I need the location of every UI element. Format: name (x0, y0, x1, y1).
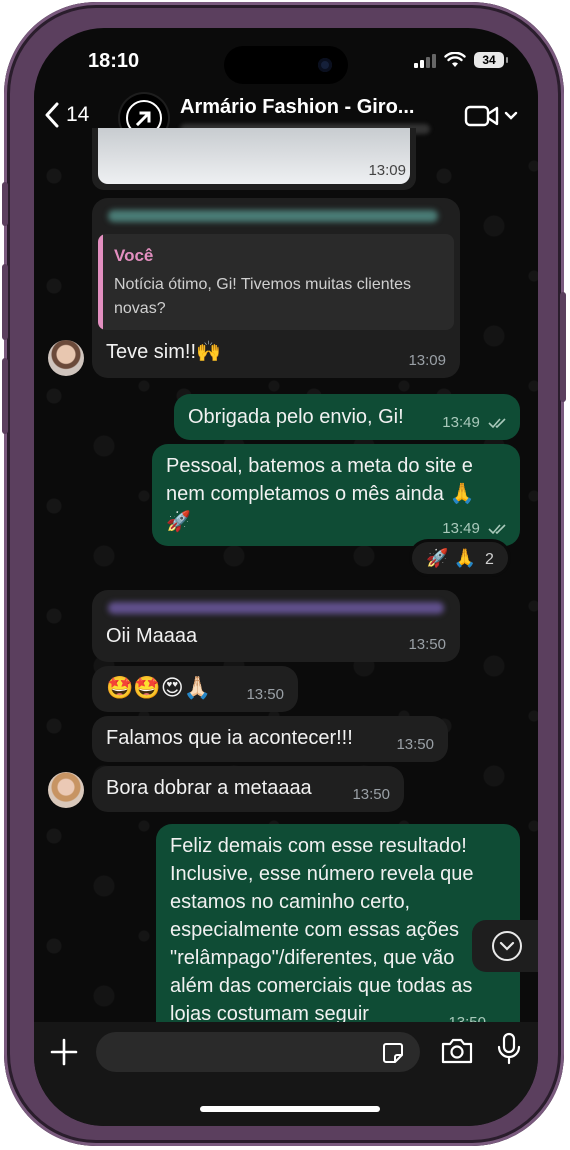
camera-icon[interactable] (440, 1036, 474, 1066)
message-bubble-outgoing[interactable]: Pessoal, batemos a meta do site e nem co… (152, 444, 520, 546)
message-time: 13:50 (246, 686, 284, 703)
message-time: 13:49 (442, 414, 508, 431)
message-text: Teve sim!!🙌 (106, 341, 221, 363)
scroll-down-icon (492, 931, 522, 961)
group-title[interactable]: Armário Fashion - Giro... (180, 96, 414, 119)
video-call-button[interactable] (464, 104, 518, 128)
mute-switch (2, 182, 8, 226)
message-text: Falamos que ia acontecer!!! (106, 727, 353, 749)
status-time: 18:10 (88, 50, 140, 72)
status-icons: 34 (414, 52, 508, 68)
message-text: Bora dobrar a metaaaa (106, 777, 312, 799)
message-time: 13:50 (408, 636, 446, 653)
volume-down-button (2, 358, 8, 434)
quote-author: Você (114, 246, 154, 265)
message-text-line-5: "relâmpago"/diferentes, que vão (170, 947, 455, 969)
message-text-line-3: estamos no caminho certo, (170, 891, 411, 913)
battery-indicator: 34 (474, 52, 508, 68)
video-call-icon (464, 105, 499, 127)
unread-count: 14 (66, 103, 90, 126)
message-bubble-outgoing[interactable]: Feliz demais com esse resultado! Inclusi… (156, 824, 520, 1054)
front-camera (318, 58, 332, 72)
phone-frame: 18:10 34 14 Armário Fashion - Giro... 13… (2, 2, 566, 1146)
reaction-emojis: 🚀 🙏 (426, 548, 476, 568)
plus-icon[interactable] (48, 1036, 80, 1068)
cellular-signal-icon (414, 52, 436, 68)
sender-avatar[interactable] (48, 340, 84, 376)
message-text-line-3: 🚀 (166, 511, 191, 533)
message-bubble-incoming[interactable]: 13:09 (92, 128, 416, 190)
message-text: Oii Maaaa (106, 625, 198, 647)
message-bubble-incoming[interactable]: Você Notícia ótimo, Gi! Tivemos muitas c… (92, 198, 460, 378)
screen: 18:10 34 14 Armário Fashion - Giro... 13… (34, 28, 538, 1126)
power-button (560, 292, 566, 402)
reaction-pill[interactable]: 🚀 🙏 2 (412, 542, 508, 574)
mic-icon[interactable] (496, 1032, 522, 1066)
quote-text-line-1: Notícia ótimo, Gi! Tivemos muitas client… (114, 276, 411, 293)
chevron-down-icon (504, 111, 518, 120)
quote-text-line-2: novas? (114, 300, 166, 317)
sticker-icon[interactable] (382, 1042, 404, 1064)
message-bubble-incoming[interactable]: Oii Maaaa 13:50 (92, 590, 460, 662)
scroll-to-bottom-button[interactable] (472, 920, 538, 972)
read-ticks-icon (488, 524, 506, 535)
sender-name-blurred (108, 210, 438, 222)
message-bubble-incoming[interactable]: Falamos que ia acontecer!!! 13:50 (92, 716, 448, 762)
quoted-message[interactable]: Você Notícia ótimo, Gi! Tivemos muitas c… (98, 234, 454, 330)
dynamic-island (224, 46, 348, 84)
home-indicator[interactable] (200, 1106, 380, 1112)
wifi-icon (444, 52, 466, 67)
message-time: 13:49 (442, 520, 508, 537)
volume-up-button (2, 264, 8, 340)
message-time: 13:09 (408, 352, 446, 369)
message-text: 🤩🤩😍🙏🏻 (106, 675, 212, 700)
message-time: 13:09 (368, 162, 406, 179)
message-text-line-2: Inclusive, esse número revela que (170, 863, 474, 885)
media-preview[interactable] (98, 128, 410, 184)
message-bubble-incoming[interactable]: 🤩🤩😍🙏🏻 13:50 (92, 666, 298, 712)
sender-name-blurred (108, 602, 444, 614)
message-input[interactable] (96, 1032, 420, 1072)
composer-bar (34, 1022, 538, 1126)
message-bubble-incoming[interactable]: Bora dobrar a metaaaa 13:50 (92, 766, 404, 812)
message-text-line-1: Pessoal, batemos a meta do site e (166, 455, 473, 477)
message-text: Obrigada pelo envio, Gi! (188, 406, 404, 428)
message-text-line-6: além das comerciais que todas as (170, 975, 473, 997)
read-ticks-icon (488, 418, 506, 429)
message-text-line-2: nem completamos o mês ainda 🙏 (166, 483, 475, 505)
message-text-line-1: Feliz demais com esse resultado! (170, 835, 467, 857)
message-time: 13:50 (352, 786, 390, 803)
message-bubble-outgoing[interactable]: Obrigada pelo envio, Gi! 13:49 (174, 394, 520, 440)
quote-accent-bar (98, 234, 103, 330)
reaction-count: 2 (484, 551, 494, 568)
back-button[interactable]: 14 (44, 102, 89, 128)
back-chevron-icon (45, 102, 59, 128)
message-text-line-4: especialmente com essas ações (170, 919, 460, 941)
message-time: 13:50 (396, 736, 434, 753)
sender-avatar[interactable] (48, 772, 84, 808)
